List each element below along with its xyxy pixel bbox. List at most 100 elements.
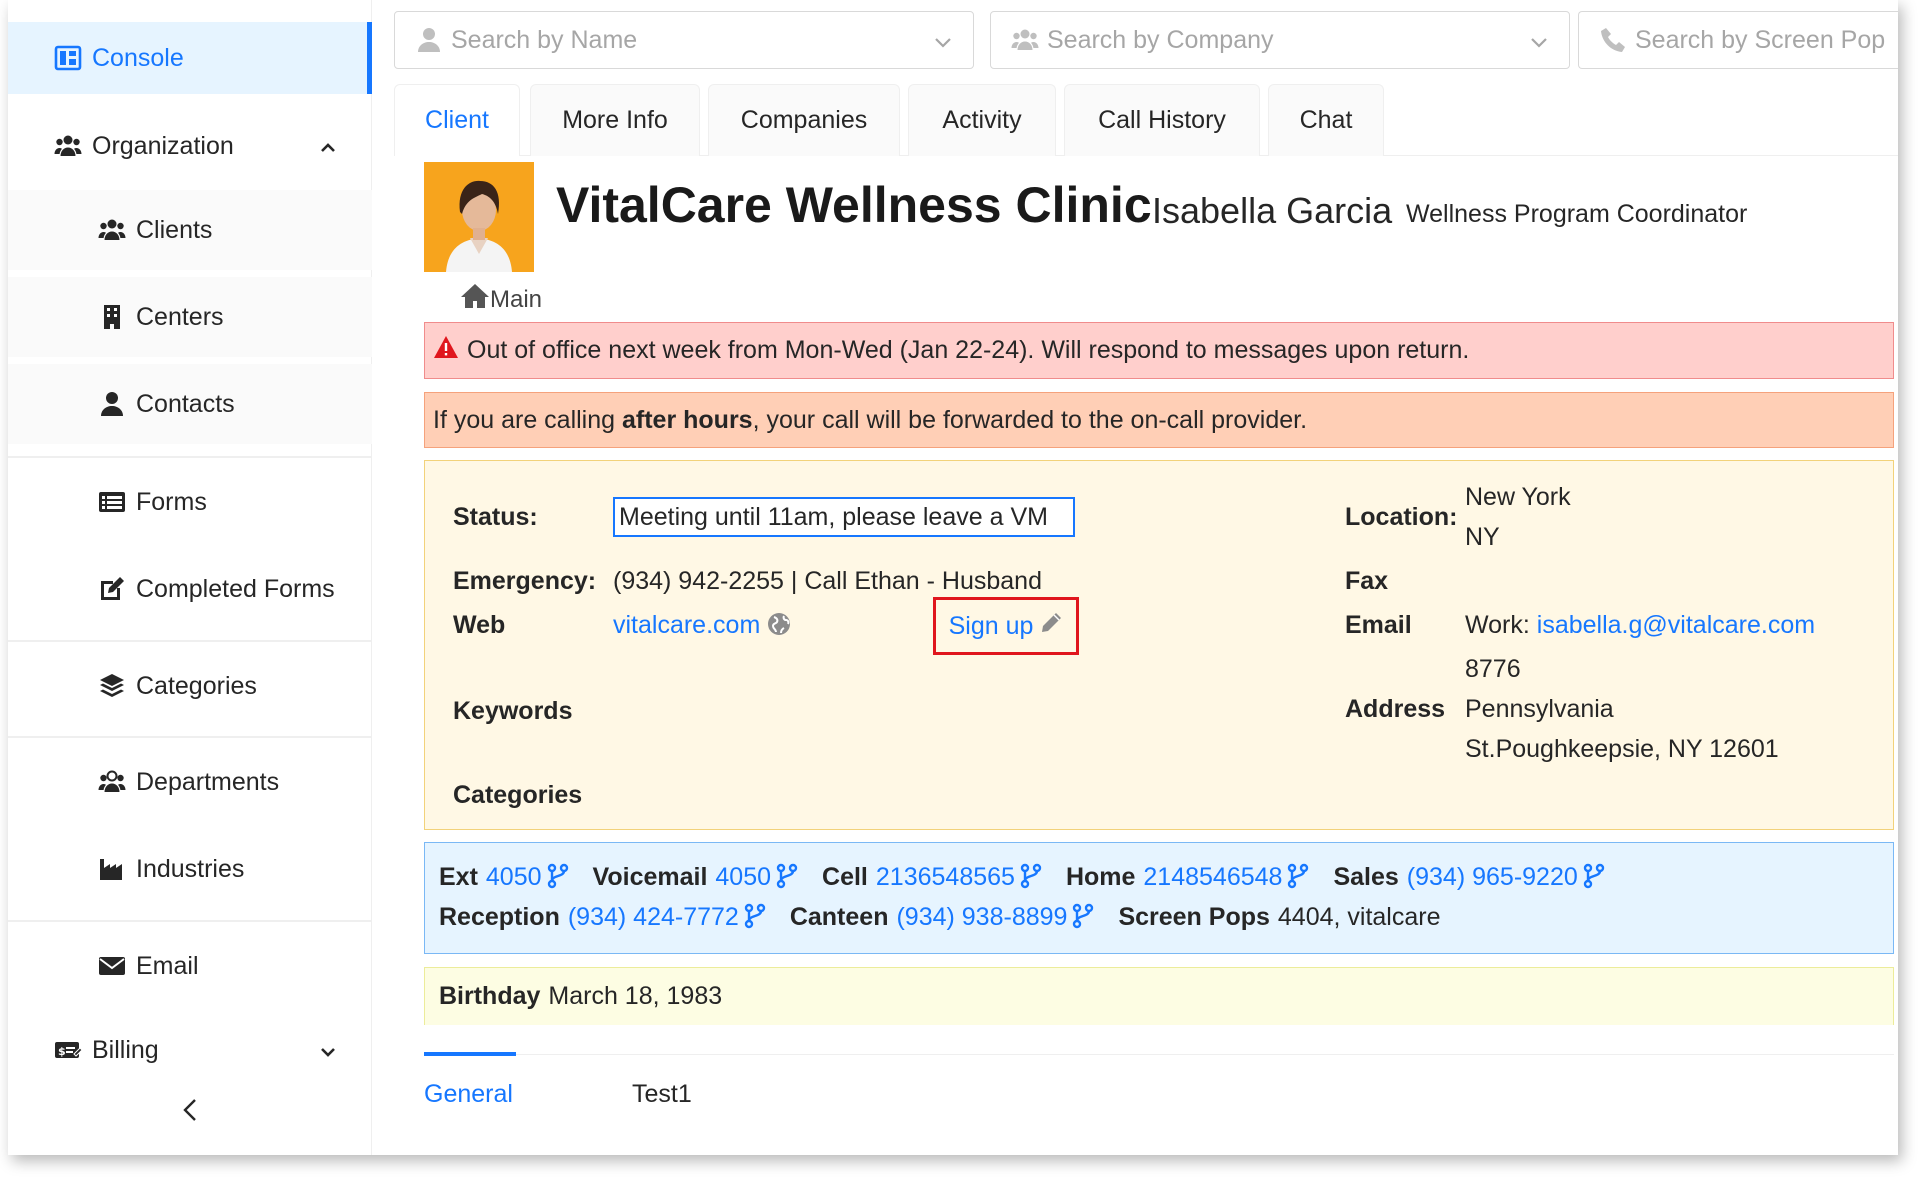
search-by-name-select[interactable]: Search by Name bbox=[394, 11, 974, 69]
sidebar-item-clients[interactable]: Clients bbox=[8, 190, 372, 270]
billing-icon: $ bbox=[52, 1035, 84, 1065]
sidebar-item-label: Categories bbox=[136, 671, 257, 700]
transfer-icon[interactable] bbox=[771, 863, 798, 892]
address-label: Address bbox=[1345, 695, 1446, 723]
sidebar-item-billing[interactable]: $ Billing bbox=[8, 1014, 372, 1086]
screen-pops: Screen Pops 4404, vitalcare bbox=[1118, 903, 1441, 931]
website-link[interactable]: vitalcare.com bbox=[613, 611, 760, 639]
tab-label: Activity bbox=[942, 106, 1022, 134]
chevron-down-icon[interactable] bbox=[318, 1040, 338, 1060]
phone-numbers-panel: Ext 4050 Voicemail 4050 Cell 2136548565 Hom… bbox=[424, 842, 1894, 954]
transfer-icon[interactable] bbox=[1282, 863, 1309, 892]
transfer-icon[interactable] bbox=[1015, 863, 1042, 892]
user-icon bbox=[96, 389, 128, 419]
location-label: Main bbox=[490, 285, 543, 313]
email-link[interactable]: isabella.g@vitalcare.com bbox=[1537, 611, 1815, 639]
birthday-value: March 18, 1983 bbox=[548, 982, 723, 1010]
address-line-2: Pennsylvania bbox=[1465, 695, 1614, 723]
sidebar-item-console[interactable]: Console bbox=[8, 22, 372, 94]
company-name: VitalCare Wellness Clinic bbox=[556, 177, 1152, 233]
sidebar-divider bbox=[8, 736, 372, 738]
web-value: vitalcare.com bbox=[613, 611, 792, 640]
sidebar-item-label: Console bbox=[92, 43, 184, 72]
sidebar-item-completed-forms[interactable]: Completed Forms bbox=[8, 549, 372, 629]
sidebar: Console Organization Clients Centers Con… bbox=[8, 0, 372, 1155]
phone-number-link[interactable]: 4050 bbox=[715, 863, 771, 892]
search-by-name-placeholder: Search by Name bbox=[451, 25, 638, 54]
sidebar-item-label: Billing bbox=[92, 1035, 159, 1064]
sidebar-item-email[interactable]: Email bbox=[8, 926, 372, 1006]
chevron-up-icon[interactable] bbox=[318, 136, 338, 156]
globe-icon[interactable] bbox=[760, 611, 792, 639]
status-value[interactable]: Meeting until 11am, please leave a VM bbox=[613, 497, 1075, 537]
tab-activity[interactable]: Activity bbox=[908, 84, 1056, 156]
sidebar-item-label: Completed Forms bbox=[136, 574, 335, 603]
phone-number-link[interactable]: (934) 424-7772 bbox=[568, 903, 739, 932]
phone-number-link[interactable]: (934) 938-8899 bbox=[896, 903, 1067, 932]
sidebar-item-industries[interactable]: Industries bbox=[8, 829, 372, 909]
sidebar-item-label: Centers bbox=[136, 302, 224, 331]
envelope-icon bbox=[96, 951, 128, 981]
user-icon bbox=[415, 26, 443, 54]
transfer-icon[interactable] bbox=[1067, 903, 1094, 932]
sidebar-divider bbox=[8, 920, 372, 922]
sidebar-item-label: Contacts bbox=[136, 389, 235, 418]
phone-number-link[interactable]: 2148546548 bbox=[1143, 863, 1282, 892]
collapse-sidebar-icon[interactable] bbox=[178, 1095, 202, 1125]
sidebar-item-contacts[interactable]: Contacts bbox=[8, 364, 372, 444]
tab-call-history[interactable]: Call History bbox=[1064, 84, 1260, 156]
app-window: Console Organization Clients Centers Con… bbox=[8, 0, 1898, 1155]
location-label: Location: bbox=[1345, 503, 1458, 531]
screen-pops-value: 4404, vitalcare bbox=[1277, 903, 1441, 931]
phone-number-link[interactable]: 4050 bbox=[486, 863, 542, 892]
phone-voicemail: Voicemail 4050 bbox=[593, 863, 799, 892]
sidebar-divider bbox=[8, 640, 372, 642]
contact-name: Isabella Garcia bbox=[1152, 190, 1393, 231]
search-by-company-select[interactable]: Search by Company bbox=[990, 11, 1570, 69]
tab-client[interactable]: Client bbox=[394, 84, 520, 156]
users-icon bbox=[1011, 26, 1039, 54]
status-label: Status: bbox=[453, 503, 538, 531]
sidebar-item-organization[interactable]: Organization bbox=[8, 110, 372, 182]
alert-text: If you are calling after hours, your cal… bbox=[433, 405, 1308, 434]
phone-row: Reception (934) 424-7772 Canteen (934) 938… bbox=[439, 903, 1465, 932]
sidebar-item-categories[interactable]: Categories bbox=[8, 646, 372, 726]
sidebar-item-departments[interactable]: Departments bbox=[8, 742, 372, 822]
search-by-screen-pop-select[interactable]: Search by Screen Pop bbox=[1578, 11, 1898, 69]
keywords-label: Keywords bbox=[453, 697, 573, 725]
users-icon bbox=[52, 131, 84, 161]
phone-number-link[interactable]: 2136548565 bbox=[876, 863, 1015, 892]
sidebar-item-label: Departments bbox=[136, 767, 280, 796]
email-type: Work: bbox=[1465, 611, 1530, 639]
tab-chat[interactable]: Chat bbox=[1268, 84, 1384, 156]
tab-more-info[interactable]: More Info bbox=[530, 84, 700, 156]
sidebar-item-label: Forms bbox=[136, 487, 207, 516]
email-label: Email bbox=[1345, 611, 1412, 639]
email-value: Work: isabella.g@vitalcare.com bbox=[1465, 611, 1815, 640]
sidebar-item-label: Email bbox=[136, 951, 199, 980]
phone-icon bbox=[1599, 26, 1627, 54]
address-line-3: St.Poughkeepsie, NY 12601 bbox=[1465, 735, 1779, 763]
phone-number-link[interactable]: (934) 965-9220 bbox=[1407, 863, 1578, 892]
transfer-icon[interactable] bbox=[1578, 863, 1605, 892]
list-icon bbox=[96, 487, 128, 517]
transfer-icon[interactable] bbox=[542, 863, 569, 892]
sidebar-item-forms[interactable]: Forms bbox=[8, 462, 372, 542]
transfer-icon[interactable] bbox=[739, 903, 766, 932]
pencil-icon bbox=[1033, 611, 1063, 642]
web-label: Web bbox=[453, 611, 506, 639]
sign-up-label: Sign up bbox=[948, 611, 1034, 640]
home-icon bbox=[460, 282, 490, 317]
sidebar-item-label: Organization bbox=[92, 131, 234, 160]
layers-icon bbox=[96, 671, 128, 701]
sidebar-item-centers[interactable]: Centers bbox=[8, 277, 372, 357]
dashboard-icon bbox=[52, 43, 84, 73]
tab-general[interactable]: General bbox=[424, 1080, 513, 1109]
avatar bbox=[424, 162, 534, 272]
tab-companies[interactable]: Companies bbox=[708, 84, 900, 156]
sign-up-link[interactable]: Sign up bbox=[933, 597, 1079, 655]
tab-label: More Info bbox=[562, 106, 668, 134]
phone-ext: Ext 4050 bbox=[439, 863, 569, 892]
sidebar-item-label: Industries bbox=[136, 854, 245, 883]
tab-test1[interactable]: Test1 bbox=[632, 1080, 692, 1109]
